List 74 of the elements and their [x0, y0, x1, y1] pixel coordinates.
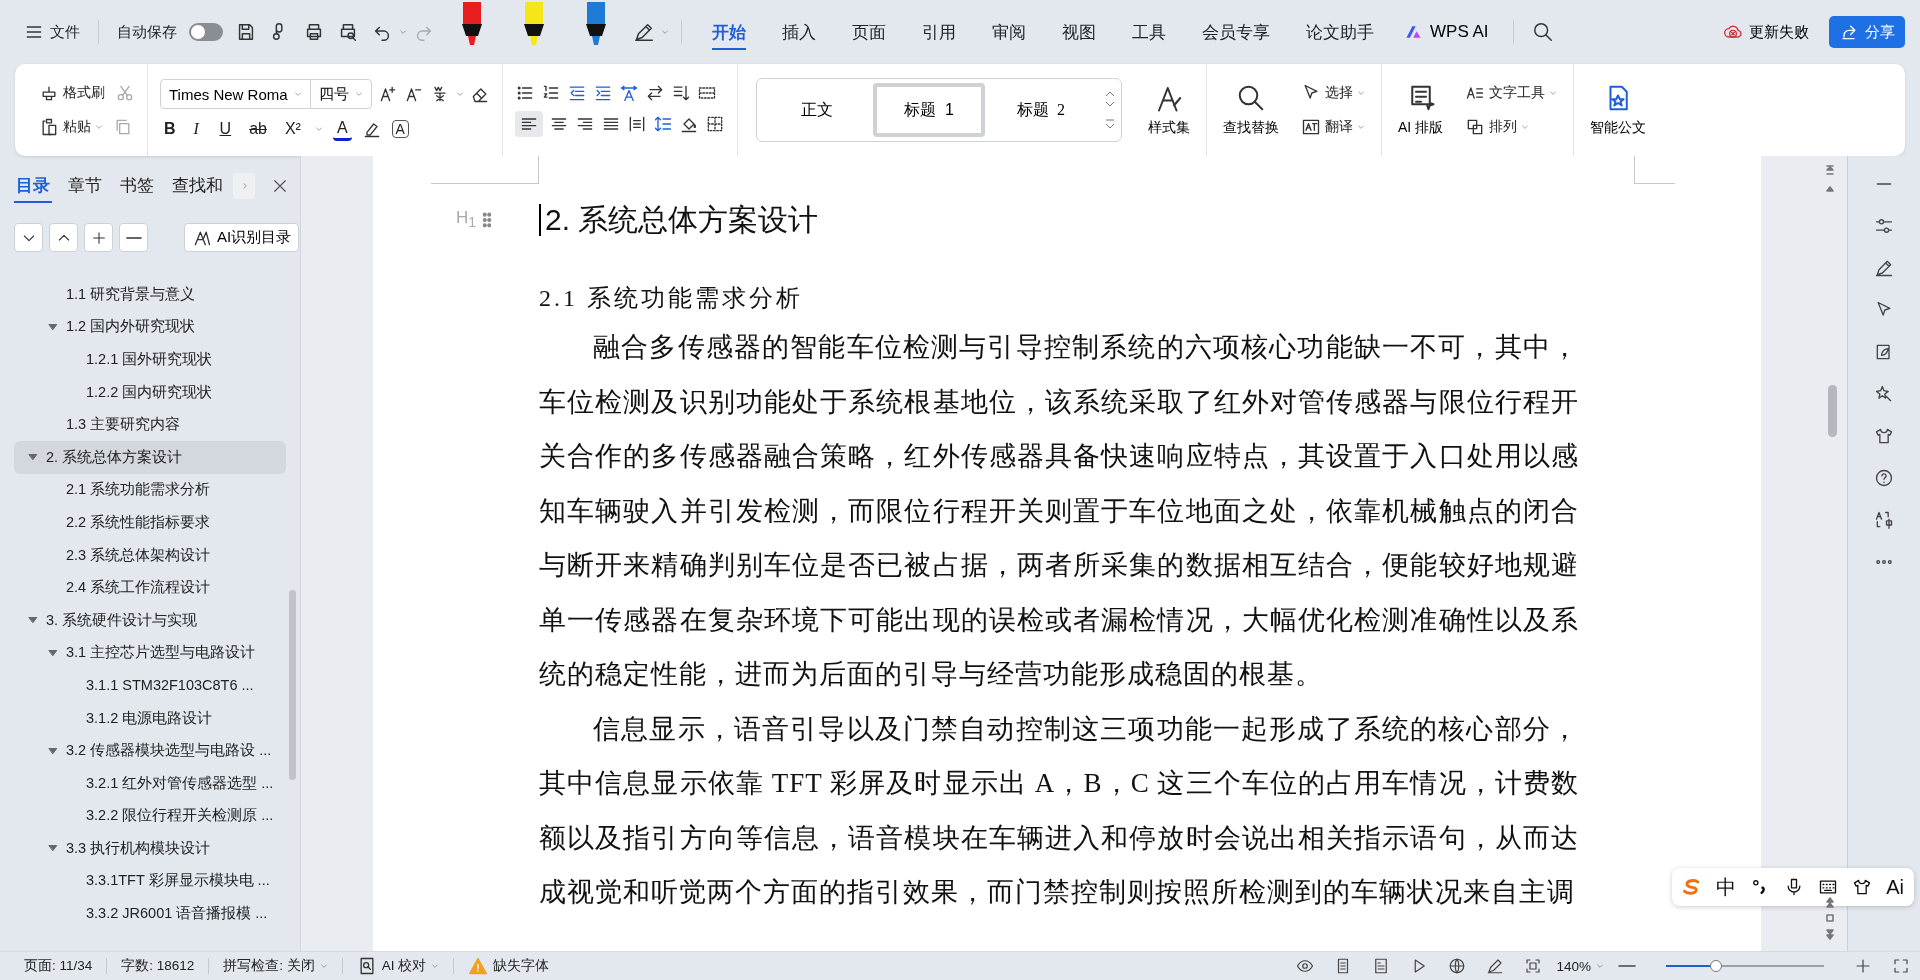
underline-button[interactable]: U — [215, 117, 236, 141]
toc-item[interactable]: 3.2.2 限位行程开关检测原 ... — [14, 799, 286, 833]
toc-item[interactable]: 1.3 主要研究内容 — [14, 408, 286, 441]
bold-button[interactable]: B — [160, 117, 180, 141]
sidebar-tab[interactable]: 章节 — [66, 168, 112, 203]
sidebar-tab[interactable]: 书签 — [118, 168, 164, 203]
style-set-button[interactable]: 样式集 — [1144, 81, 1194, 139]
toc-item[interactable]: 3.3 执行机构模块设计 — [14, 832, 286, 865]
sync-status[interactable]: 更新失败 — [1717, 21, 1815, 43]
body-paragraph: 融合多传感器的智能车位检测与引导控制系统的六项核心功能缺一不可，其中，车位检测及识别功能处于系统根基地位，该系统采取了红外对管传感器与限位行程开关合作的多传感器融合策略，红外传感器具备快速响应特点，其设置于入口处用以感知车辆驶入并引发检测，而限位行程开关则置于车位地面之处，依靠机械触点的闭合与断开来精确判别车位是否已被占据，两者所采集的数据相互结合，便能较好地规避单一传感器在复杂环境下可能出现的误检或者漏检情况，大幅优化检测准确性以及系统的稳定性能，进而为后面的引导与经营功能形成稳固的根基。 — [539, 331, 1579, 691]
page-indicator: 页面: 11/34 — [23, 957, 94, 975]
toc-item[interactable]: 3.1.1 STM32F103C8T6 ... — [14, 669, 286, 702]
toc-item[interactable]: 2.1 系统功能需求分析 — [14, 473, 286, 507]
style-option[interactable]: 标题 1 — [873, 83, 985, 137]
toc-item[interactable]: 1.1 研究背景与意义 — [14, 278, 286, 311]
toc-item[interactable]: 3. 系统硬件设计与实现 — [14, 603, 286, 637]
sidebar-tab[interactable]: 目录 — [14, 168, 60, 203]
input-mode-toggle[interactable]: 中 — [1716, 873, 1737, 901]
smart-document-button[interactable]: 智能公文 — [1586, 81, 1651, 139]
ribbon-tab[interactable]: 审阅 — [974, 12, 1044, 52]
ribbon-tab[interactable]: 插入 — [764, 12, 834, 52]
toc-item[interactable]: 3.2 传感器模块选型与电路设 ... — [14, 734, 286, 767]
italic-button[interactable]: I — [189, 117, 206, 141]
ai-assistant-button[interactable]: Ai — [1886, 875, 1904, 899]
document-subheading: 2.1 系统功能需求分析 — [539, 284, 804, 313]
style-option[interactable]: 正文 — [761, 83, 873, 137]
missing-fonts-button[interactable]: 缺失字体 — [464, 956, 554, 976]
ribbon-tab[interactable]: 会员专享 — [1184, 12, 1288, 52]
ai-proofread-button[interactable]: AI 校对 — [352, 956, 444, 976]
heading-level-marker: H$_{1}$ — [456, 208, 477, 231]
toc-item[interactable]: 2.3 系统总体架构设计 — [14, 538, 286, 572]
toc-item[interactable]: 2.2 系统性能指标要求 — [14, 506, 286, 539]
superscript-button[interactable]: X² — [280, 117, 305, 141]
translate-button[interactable]: 翻译 — [1297, 114, 1369, 140]
toc-item[interactable]: 1.2.2 国内研究现状 — [14, 375, 286, 409]
font-name-dropdown[interactable]: Times New Roma — [161, 80, 311, 108]
font-color-button[interactable]: A — [391, 120, 409, 138]
zoom-dropdown[interactable]: 140% — [1552, 958, 1608, 974]
body-paragraph: 信息显示，语音引导以及门禁自动控制这三项功能一起形成了系统的核心部分，其中信息显示依靠 TFT 彩屏及时显示出 A，B，C 这三个车位的占用车情况，计费数额以及指引方向等信息，语音模块在车辆进入和停放时会说出相关指示语句，从而达成视觉和听觉两个方面的指引效果，而门禁控制则按照所检测到的车辆状况来自主调 — [539, 712, 1579, 909]
toc-item[interactable]: 3.1.2 电源电路设计 — [14, 701, 286, 735]
document-heading: 2. 系统总体方案设计 — [545, 201, 819, 238]
spell-check-dropdown[interactable]: 拼写检查: 关闭 — [219, 957, 332, 975]
toc-item[interactable]: 2.4 系统工作流程设计 — [14, 571, 286, 604]
share-button[interactable]: 分享 — [1829, 16, 1905, 48]
style-option[interactable]: 标题 2 — [985, 83, 1097, 137]
select-button[interactable]: 选择 — [1297, 80, 1369, 106]
arrange-button[interactable]: 排列 — [1461, 114, 1562, 140]
format-painter-button[interactable]: 格式刷 — [35, 80, 109, 106]
ribbon-tab[interactable]: 工具 — [1114, 12, 1184, 52]
text-tools-button[interactable]: 文字工具 — [1461, 80, 1562, 106]
ribbon-tab[interactable]: 引用 — [904, 12, 974, 52]
ribbon-tab[interactable]: 论文助手 — [1288, 12, 1392, 52]
file-menu-button[interactable]: 文件 — [18, 18, 86, 46]
toc-item[interactable]: 3.2.1 红外对管传感器选型 ... — [14, 766, 286, 800]
paste-button[interactable]: 粘贴 — [35, 114, 107, 140]
word-count[interactable]: 字数: 18612 — [117, 957, 199, 975]
toc-item[interactable]: 3.1 主控芯片选型与电路设计 — [14, 636, 286, 670]
toc-item[interactable]: 3.3.2 JR6001 语音播报模 ... — [14, 897, 286, 930]
ribbon-tab[interactable]: 视图 — [1044, 12, 1114, 52]
ai-layout-button[interactable]: AI 排版 — [1394, 81, 1448, 139]
toc-item[interactable]: 1.2.1 国外研究现状 — [14, 343, 286, 376]
ribbon-tab[interactable]: 页面 — [834, 12, 904, 52]
font-size-dropdown[interactable]: 四号 — [311, 80, 371, 108]
sidebar-tab[interactable]: 查找和 — [170, 168, 233, 203]
toc-item[interactable]: 1.2 国内外研究现状 — [14, 310, 286, 344]
find-replace-button[interactable]: 查找替换 — [1219, 81, 1283, 139]
strikethrough-button[interactable]: ab — [245, 117, 271, 141]
ai-toc-button[interactable]: AI识别目录 — [184, 223, 300, 252]
ribbon-tab[interactable]: 开始 — [694, 12, 764, 52]
autosave-label: 自动保存 — [117, 22, 177, 42]
text-effect-button[interactable]: A — [332, 117, 352, 141]
toc-item[interactable]: 3.3.1TFT 彩屏显示模块电 ... — [14, 864, 286, 898]
toc-item[interactable]: 2. 系统总体方案设计 — [14, 440, 286, 474]
ribbon-tab[interactable]: WPS AI — [1392, 14, 1501, 50]
